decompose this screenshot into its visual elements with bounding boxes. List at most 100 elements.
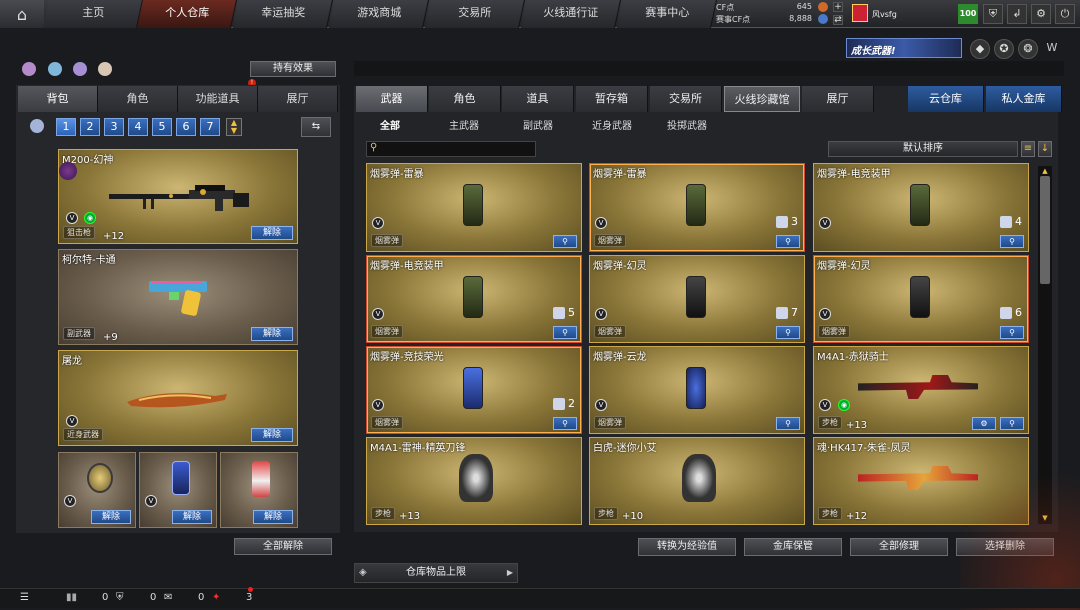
page-button-7[interactable]: 7 (200, 118, 220, 136)
ninja-icon[interactable] (73, 62, 87, 76)
power-icon[interactable]: ⏻ (1055, 4, 1075, 24)
shield-icon[interactable]: ⛨ (983, 4, 1003, 24)
eye-icon[interactable] (48, 62, 62, 76)
right-tab-0[interactable]: 武器 (356, 86, 428, 112)
shield-footer-icon[interactable]: ⛨ (116, 592, 124, 603)
inventory-item-card[interactable]: 烟雾弹-竞技荣光 烟雾弹 V 2 ⚲ (366, 346, 582, 434)
left-tab-3[interactable]: 展厅 (258, 86, 338, 112)
inspect-magnifier-icon[interactable]: ⚲ (1000, 235, 1024, 248)
character-icon[interactable] (22, 62, 36, 76)
right-tab-2[interactable]: 道具 (502, 86, 574, 112)
medal-icon[interactable]: ✪ (994, 39, 1014, 59)
menu-icon[interactable]: ☰ (20, 592, 29, 603)
inspect-magnifier-icon[interactable]: ⚲ (1000, 326, 1024, 339)
inspect-magnifier-icon[interactable]: ⚲ (776, 326, 800, 339)
inspect-magnifier-icon[interactable]: ⚲ (553, 235, 577, 248)
growth-weapon-banner[interactable]: 成长武器! (846, 38, 962, 58)
page-button-6[interactable]: 6 (176, 118, 196, 136)
upgrade-icon[interactable]: ⚙ (972, 417, 996, 430)
left-tab-0[interactable]: 背包 (18, 86, 98, 112)
subtab-3[interactable]: 近身武器 (592, 117, 632, 132)
inventory-item-card[interactable]: 白虎-迷你小艾 步枪 +10 (589, 437, 805, 525)
action-button-2[interactable]: 全部修理 (850, 538, 948, 556)
right-tab-5[interactable]: 火线珍藏馆 (724, 86, 800, 112)
page-button-4[interactable]: 4 (128, 118, 148, 136)
unequip-button[interactable]: 解除 (172, 510, 212, 524)
pet-icon[interactable] (98, 62, 112, 76)
page-button-3[interactable]: 3 (104, 118, 124, 136)
unequip-all-button[interactable]: 全部解除 (234, 538, 332, 555)
action-button-1[interactable]: 金库保管 (744, 538, 842, 556)
home-icon[interactable]: ⌂ (0, 0, 44, 28)
inspect-magnifier-icon[interactable]: ⚲ (553, 326, 577, 339)
search-input[interactable]: ⚲ (366, 141, 536, 157)
wing-icon[interactable]: W (1042, 39, 1062, 59)
equipped-slot-melee[interactable]: 屠龙 V 近身武器 解除 (58, 350, 298, 446)
gear-icon[interactable]: ⚙ (1031, 4, 1051, 24)
exchange-cf-icon[interactable]: ⇄ (833, 15, 843, 25)
scroll-thumb[interactable] (1040, 176, 1050, 284)
inventory-item-card[interactable]: 烟雾弹-幻灵 烟雾弹 V 6 ⚲ (813, 255, 1029, 343)
right-tab-6[interactable]: 展厅 (802, 86, 874, 112)
subtab-4[interactable]: 投掷武器 (667, 117, 707, 132)
inspect-magnifier-icon[interactable]: ⚲ (1000, 417, 1024, 430)
inventory-item-card[interactable]: 烟雾弹-雷暴 烟雾弹 V 3 ⚲ (589, 163, 805, 252)
inspect-magnifier-icon[interactable]: ⚲ (776, 235, 800, 248)
page-button-1[interactable]: 1 (56, 118, 76, 136)
nav-tab-6[interactable]: 赛事中心 (617, 0, 717, 28)
inventory-item-card[interactable]: 烟雾弹-幻灵 烟雾弹 V 7 ⚲ (589, 255, 805, 343)
add-cf-icon[interactable]: + (833, 2, 843, 12)
chat-icon[interactable]: ✉ (164, 592, 172, 603)
unequip-button[interactable]: 解除 (91, 510, 131, 524)
equipped-slot-primary[interactable]: M200-幻神 V ◉ 狙击枪 +12 解除 (58, 149, 298, 244)
scroll-up-icon[interactable]: ▲ (1040, 167, 1050, 175)
character-swap-button[interactable]: ⇆ (301, 117, 331, 137)
right-tab-1[interactable]: 角色 (429, 86, 501, 112)
nav-tab-3[interactable]: 游戏商城 (329, 0, 429, 28)
equipped-slot-grenade[interactable]: V 解除 (58, 452, 136, 528)
nav-tab-4[interactable]: 交易所 (425, 0, 525, 28)
left-tab-1[interactable]: 角色 (98, 86, 178, 112)
nav-tab-1[interactable]: 个人仓库 (137, 0, 237, 28)
nav-tab-5[interactable]: 火线通行证 (521, 0, 621, 28)
tab-cloud-storage[interactable]: 云仓库 (908, 86, 984, 112)
page-button-2[interactable]: 2 (80, 118, 100, 136)
unequip-button[interactable]: 解除 (251, 226, 293, 240)
page-stepper[interactable]: ▲ ▼ (226, 118, 242, 136)
right-tab-4[interactable]: 交易所 (650, 86, 722, 112)
list-view-icon[interactable]: ≡ (1021, 141, 1035, 157)
subtab-2[interactable]: 副武器 (523, 117, 553, 132)
storage-capacity-bar[interactable]: ◈ 仓库物品上限 ▶ (354, 563, 518, 583)
page-button-5[interactable]: 5 (152, 118, 172, 136)
nav-tab-2[interactable]: 幸运抽奖 (233, 0, 333, 28)
equipped-slot-secondary[interactable]: 柯尔特-卡通 副武器 +9 解除 (58, 249, 298, 345)
unequip-button[interactable]: 解除 (251, 428, 293, 442)
sort-dropdown[interactable]: 默认排序 (828, 141, 1018, 157)
avatar[interactable] (852, 4, 868, 22)
right-tab-3[interactable]: 暂存箱 (576, 86, 648, 112)
subtab-0[interactable]: 全部 (380, 117, 400, 132)
tab-private-vault[interactable]: 私人金库 (986, 86, 1062, 112)
equipped-slot-flash[interactable]: V 解除 (139, 452, 217, 528)
inventory-item-card[interactable]: 烟雾弹-电竞装甲 烟雾弹 V 5 ⚲ (366, 255, 582, 343)
left-tab-2[interactable]: 功能道具 (178, 86, 258, 112)
equipped-slot-smoke[interactable]: 解除 (220, 452, 298, 528)
inventory-item-card[interactable]: M4A1-雷神-精英刀锋 步枪 +13 (366, 437, 582, 525)
inventory-item-card[interactable]: M4A1-赤狱骑士 步枪 V ◉ +13 ⚲ ⚙ (813, 346, 1029, 434)
holding-effects-button[interactable]: 持有效果 (250, 61, 336, 77)
inventory-item-card[interactable]: 烟雾弹-云龙 烟雾弹 V ⚲ (589, 346, 805, 434)
emblem-icon[interactable]: ❂ (1018, 39, 1038, 59)
rank-icon[interactable]: ◆ (970, 39, 990, 59)
unequip-button[interactable]: 解除 (251, 327, 293, 341)
exit-room-icon[interactable]: ↲ (1007, 4, 1027, 24)
inspect-magnifier-icon[interactable]: ⚲ (553, 417, 577, 430)
gift-icon[interactable]: ✦ (212, 592, 220, 603)
nav-tab-0[interactable]: 主页 (43, 0, 143, 28)
unequip-button[interactable]: 解除 (253, 510, 293, 524)
inventory-item-card[interactable]: 烟雾弹-雷暴 烟雾弹 V ⚲ (366, 163, 582, 252)
inventory-item-card[interactable]: 烟雾弹-电竞装甲 V 4 ⚲ (813, 163, 1029, 252)
inspect-magnifier-icon[interactable]: ⚲ (776, 417, 800, 430)
action-button-0[interactable]: 转换为经验值 (638, 538, 736, 556)
sort-direction-icon[interactable]: ↓ (1038, 141, 1052, 157)
subtab-1[interactable]: 主武器 (449, 117, 479, 132)
